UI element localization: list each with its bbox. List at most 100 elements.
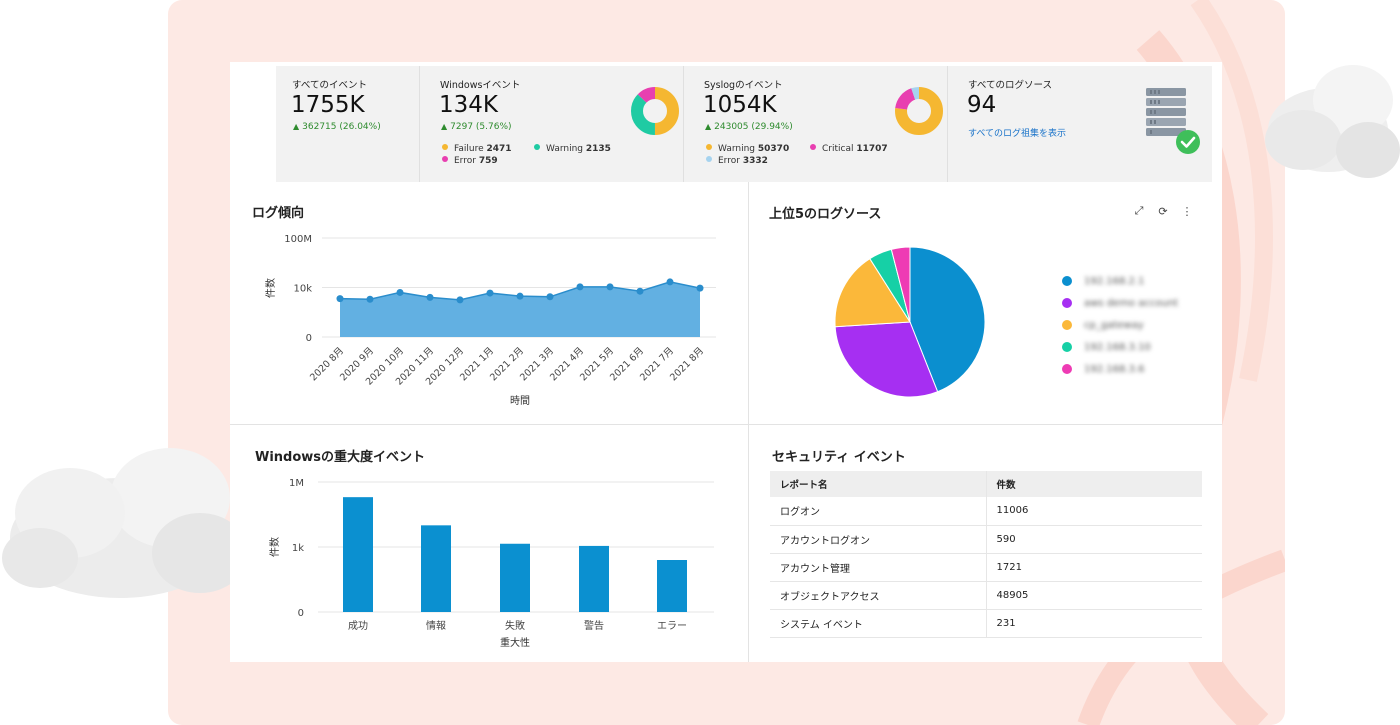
table-row[interactable]: ログオン 11006 bbox=[770, 497, 1202, 526]
trend-point[interactable] bbox=[516, 292, 524, 300]
legend-warning: Warning 50370 bbox=[706, 144, 789, 154]
cloud-right bbox=[1265, 65, 1400, 178]
count-cell: 48905 bbox=[986, 581, 1202, 610]
top-sources-title: 上位5のログソース bbox=[769, 207, 882, 222]
card-value: 1755K bbox=[291, 92, 365, 118]
trend-point[interactable] bbox=[696, 284, 704, 292]
count-cell: 11006 bbox=[986, 497, 1202, 526]
trend-point[interactable] bbox=[636, 287, 644, 295]
windows-severity-title: Windowsの重大度イベント bbox=[255, 450, 426, 465]
trend-point[interactable] bbox=[396, 288, 404, 296]
cloud-left bbox=[2, 448, 248, 598]
top-sources-pie bbox=[834, 246, 986, 398]
y-axis-label: 件数 bbox=[264, 278, 277, 298]
security-events-table: レポート名 件数 ログオン 11006 アカウントログオン 590 アカウント管理 1… bbox=[770, 471, 1202, 638]
log-trend-title: ログ傾向 bbox=[252, 206, 305, 221]
count-cell: 1721 bbox=[986, 553, 1202, 582]
x-tick-label: 失敗 bbox=[505, 619, 525, 632]
trend-point[interactable] bbox=[336, 295, 344, 303]
summary-strip: すべてのイベント 1755K ▲ 362715 (26.04%) Windowsイ… bbox=[276, 66, 1212, 182]
expand-icon[interactable]: ⤢ bbox=[1132, 204, 1146, 218]
syslog-donut bbox=[895, 87, 943, 135]
card-value: 134K bbox=[439, 92, 498, 118]
legend-item[interactable]: 192.168.2.1 bbox=[1062, 270, 1178, 292]
report-name-cell: ログオン bbox=[770, 497, 987, 526]
legend-error: Error 759 bbox=[442, 156, 498, 166]
column-header-count[interactable]: 件数 bbox=[986, 471, 1202, 497]
legend-error: Error 3332 bbox=[706, 156, 768, 166]
view-all-log-sources-link[interactable]: すべてのログ祖集を表示 bbox=[968, 126, 1066, 139]
card-title: すべてのログソース bbox=[968, 80, 1052, 91]
refresh-icon[interactable]: ⟳ bbox=[1156, 204, 1170, 218]
panel-divider-vertical bbox=[748, 182, 749, 662]
legend-item[interactable]: cp_gateway bbox=[1062, 314, 1178, 336]
up-arrow-icon: ▲ bbox=[441, 122, 448, 131]
trend-point[interactable] bbox=[576, 283, 584, 291]
bar[interactable] bbox=[579, 545, 609, 612]
card-value: 94 bbox=[967, 92, 997, 118]
dashboard: すべてのイベント 1755K ▲ 362715 (26.04%) Windowsイ… bbox=[230, 62, 1222, 662]
y-tick-label: 10k bbox=[293, 284, 312, 295]
table-row[interactable]: アカウント管理 1721 bbox=[770, 553, 1202, 582]
card-title: Windowsイベント bbox=[440, 80, 521, 91]
x-tick-label: 情報 bbox=[426, 619, 446, 632]
card-delta: ▲ 243005 (29.94%) bbox=[705, 122, 793, 132]
more-options-icon[interactable]: ⋮ bbox=[1180, 204, 1194, 218]
table-row[interactable]: アカウントログオン 590 bbox=[770, 525, 1202, 554]
bar[interactable] bbox=[500, 543, 530, 612]
y-tick-label: 100M bbox=[284, 234, 312, 245]
count-cell: 231 bbox=[986, 609, 1202, 638]
legend-failure: Failure 2471 bbox=[442, 144, 512, 154]
server-check-icon bbox=[1146, 88, 1200, 154]
card-log-sources[interactable]: すべてのログソース 94 すべてのログ祖集を表示 bbox=[948, 66, 1212, 182]
legend-item[interactable]: aws demo account bbox=[1062, 292, 1178, 314]
x-axis-label: 重大性 bbox=[500, 636, 530, 649]
y-tick-label: 1k bbox=[292, 543, 304, 554]
legend-warning: Warning 2135 bbox=[534, 144, 611, 154]
windows-donut bbox=[631, 87, 679, 135]
card-windows-events[interactable]: Windowsイベント 134K ▲ 7297 (5.76%) Failure 2… bbox=[420, 66, 684, 182]
legend-item[interactable]: 192.168.3.6 bbox=[1062, 358, 1178, 380]
trend-point[interactable] bbox=[456, 296, 464, 304]
y-tick-label: 0 bbox=[298, 608, 304, 619]
legend-item[interactable]: 192.168.3.10 bbox=[1062, 336, 1178, 358]
card-title: Syslogのイベント bbox=[704, 80, 783, 91]
bar[interactable] bbox=[421, 525, 451, 612]
report-name-cell: システム イベント bbox=[770, 609, 987, 638]
up-arrow-icon: ▲ bbox=[293, 122, 300, 131]
x-tick-label: 警告 bbox=[584, 619, 604, 632]
pie-legend: 192.168.2.1 aws demo account cp_gateway … bbox=[1062, 270, 1178, 380]
x-tick-label: 成功 bbox=[348, 620, 368, 632]
card-title: すべてのイベント bbox=[292, 80, 367, 91]
panel-divider-horizontal bbox=[230, 424, 1222, 425]
log-trend-chart: 100M10k02020 8月2020 9月2020 10月2020 11月20… bbox=[264, 234, 716, 407]
report-name-cell: オブジェクトアクセス bbox=[770, 581, 987, 610]
card-delta: ▲ 7297 (5.76%) bbox=[441, 122, 512, 132]
x-tick-label: エラー bbox=[657, 620, 687, 632]
y-tick-label: 1M bbox=[289, 478, 304, 489]
card-all-events[interactable]: すべてのイベント 1755K ▲ 362715 (26.04%) bbox=[276, 66, 420, 182]
table-row[interactable]: システム イベント 231 bbox=[770, 609, 1202, 638]
card-syslog-events[interactable]: Syslogのイベント 1054K ▲ 243005 (29.94%) Warni… bbox=[684, 66, 948, 182]
panel-toolbar: ⤢ ⟳ ⋮ bbox=[1132, 204, 1194, 218]
legend-critical: Critical 11707 bbox=[810, 144, 888, 154]
table-row[interactable]: オブジェクトアクセス 48905 bbox=[770, 581, 1202, 610]
trend-point[interactable] bbox=[666, 278, 674, 286]
y-axis-label: 件数 bbox=[268, 537, 281, 557]
trend-point[interactable] bbox=[426, 293, 434, 301]
bar[interactable] bbox=[657, 560, 687, 612]
trend-point[interactable] bbox=[486, 289, 494, 297]
trend-point[interactable] bbox=[606, 283, 614, 291]
table-header-row: レポート名 件数 bbox=[770, 471, 1202, 497]
y-tick-label: 0 bbox=[306, 333, 312, 344]
security-events-title: セキュリティ イベント bbox=[772, 450, 906, 465]
bar[interactable] bbox=[343, 497, 373, 612]
report-name-cell: アカウント管理 bbox=[770, 553, 987, 582]
trend-point[interactable] bbox=[546, 293, 554, 301]
column-header-report[interactable]: レポート名 bbox=[770, 471, 987, 497]
windows-severity-chart: 1M 1k 0 成功 情報 失敗 警告 エラー重大性 件数 bbox=[268, 478, 714, 649]
trend-area bbox=[340, 281, 700, 337]
report-name-cell: アカウントログオン bbox=[770, 525, 987, 554]
trend-point[interactable] bbox=[366, 295, 374, 303]
x-axis-label: 時間 bbox=[510, 395, 530, 407]
